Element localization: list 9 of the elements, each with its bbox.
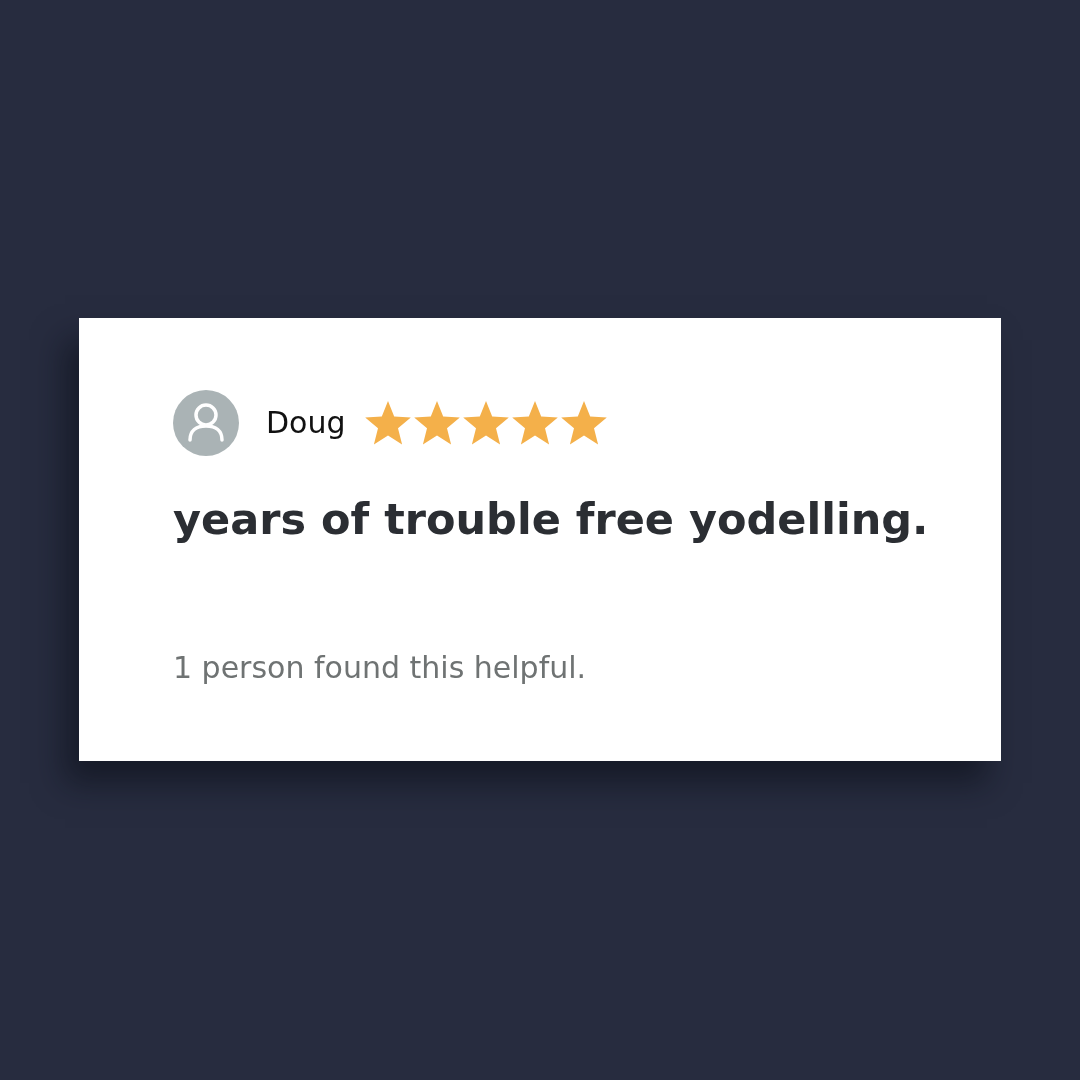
star-icon [412,400,461,446]
reviewer-name: Doug [266,405,346,441]
helpful-count-text: 1 person found this helpful. [173,651,588,686]
star-icon [510,400,559,446]
review-title: years of trouble free yodelling. [173,495,930,545]
star-icon [461,400,510,446]
avatar-icon [173,390,239,456]
star-icon [559,400,608,446]
star-icon [363,400,412,446]
